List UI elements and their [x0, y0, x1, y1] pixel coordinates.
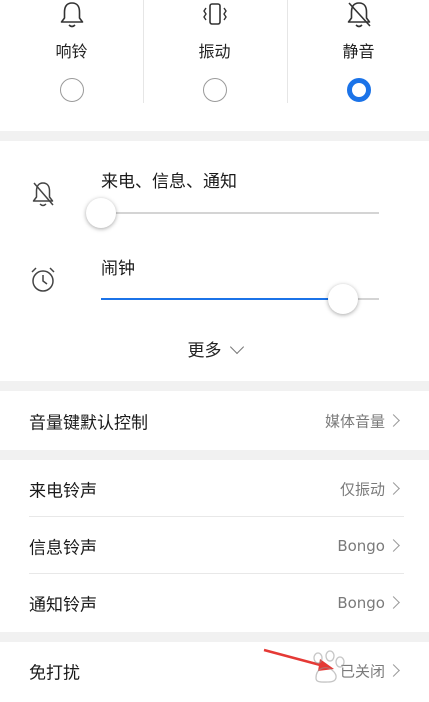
- message-ringtone-row[interactable]: 信息铃声 Bongo: [0, 517, 429, 574]
- alarm-volume-label: 闹钟: [101, 259, 135, 279]
- chevron-right-icon: [387, 413, 400, 427]
- mode-vibrate-radio[interactable]: [202, 78, 227, 102]
- mode-vibrate[interactable]: 振动: [143, 0, 286, 131]
- ringer-volume-thumb[interactable]: [86, 198, 116, 228]
- mode-silent[interactable]: 静音: [287, 0, 429, 131]
- bell-off-icon: [32, 182, 54, 207]
- alarm-clock-icon: [31, 267, 55, 292]
- alarm-volume-slider[interactable]: [101, 284, 379, 314]
- volume-panel: 来电、信息、通知 闹钟 更多: [0, 141, 429, 381]
- more-label: 更多: [187, 341, 222, 361]
- notification-ringtone-value: Bongo: [337, 593, 385, 612]
- vibrate-icon: [202, 3, 227, 25]
- ringtones-panel: 来电铃声 仅振动 信息铃声 Bongo 通知铃声 Bongo: [0, 460, 429, 632]
- chevron-right-icon: [387, 538, 400, 552]
- bell-off-icon: [347, 2, 371, 28]
- mode-silent-radio[interactable]: [346, 78, 371, 102]
- mode-silent-label: 静音: [342, 42, 375, 61]
- mode-ring-radio[interactable]: [59, 78, 84, 102]
- mode-ring-label: 响铃: [55, 42, 88, 61]
- chevron-right-icon: [387, 595, 400, 609]
- volume-key-panel: 音量键默认控制 媒体音量: [0, 391, 429, 450]
- more-button[interactable]: 更多: [0, 336, 429, 361]
- message-ringtone-title: 信息铃声: [29, 538, 97, 558]
- call-ringtone-title: 来电铃声: [29, 481, 97, 501]
- alarm-volume-fill: [101, 298, 343, 300]
- notification-ringtone-row[interactable]: 通知铃声 Bongo: [0, 574, 429, 631]
- watermark-logo-icon: [313, 650, 345, 683]
- ringer-volume-slider[interactable]: [86, 198, 379, 228]
- notification-ringtone-title: 通知铃声: [29, 595, 97, 615]
- call-ringtone-row[interactable]: 来电铃声 仅振动: [0, 460, 429, 517]
- chevron-right-icon: [387, 481, 400, 495]
- call-ringtone-value: 仅振动: [339, 480, 385, 498]
- ringer-volume-label: 来电、信息、通知: [101, 172, 237, 192]
- volume-key-value: 媒体音量: [324, 412, 385, 430]
- bell-icon: [60, 2, 83, 28]
- mode-ring[interactable]: 响铃: [0, 0, 143, 131]
- message-ringtone-value: Bongo: [337, 536, 385, 555]
- volume-key-title: 音量键默认控制: [29, 413, 148, 433]
- chevron-down-icon: [229, 339, 244, 355]
- alarm-volume-thumb[interactable]: [327, 284, 358, 314]
- dnd-title: 免打扰: [29, 663, 80, 683]
- sound-mode-panel: 响铃 振动 静音: [0, 0, 429, 131]
- volume-key-row[interactable]: 音量键默认控制 媒体音量: [0, 392, 429, 449]
- mode-vibrate-label: 振动: [198, 42, 231, 61]
